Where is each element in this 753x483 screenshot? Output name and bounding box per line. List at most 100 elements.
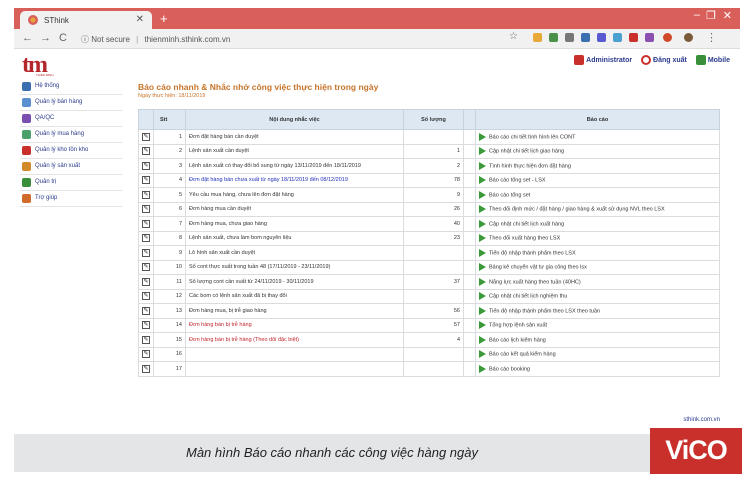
edit-cell[interactable]: ✎ xyxy=(138,158,154,174)
edit-cell[interactable]: ✎ xyxy=(138,187,154,203)
edit-cell[interactable]: ✎ xyxy=(138,143,154,159)
reload-button[interactable]: C xyxy=(59,32,67,44)
edit-cell[interactable]: ✎ xyxy=(138,230,154,246)
sidebar-item[interactable]: QA/QC xyxy=(20,111,122,127)
content-cell[interactable]: Đơn đặt hàng bán cần duyệt xyxy=(185,129,404,145)
report-link[interactable]: Tiến độ nhập thành phẩm theo LSX xyxy=(489,250,576,256)
admin-link[interactable]: Administrator xyxy=(574,55,632,65)
edit-icon[interactable]: ✎ xyxy=(142,263,150,272)
edit-icon[interactable]: ✎ xyxy=(142,190,150,199)
content-cell[interactable]: Số lượng cont cần xuất từ 24/11/2019 - 3… xyxy=(185,274,404,290)
restore-button[interactable]: ❐ xyxy=(706,9,716,22)
report-cell[interactable]: Cập nhật chi tiết lịch giao hàng xyxy=(475,143,720,159)
report-link[interactable]: Báo cáo tổng set - LSX xyxy=(489,178,546,184)
content-cell[interactable]: Yêu cầu mua hàng, chưa lên đơn đặt hàng xyxy=(185,187,404,203)
report-cell[interactable]: Báo cáo tổng set xyxy=(475,187,720,203)
report-link[interactable]: Tiến độ nhập thành phẩm theo LSX theo tu… xyxy=(489,308,600,314)
edit-cell[interactable]: ✎ xyxy=(138,303,154,319)
report-cell[interactable]: Báo cáo tổng set - LSX xyxy=(475,172,720,188)
report-cell[interactable]: Báo cáo booking xyxy=(475,361,720,377)
report-link[interactable]: Cập nhật chi tiết lịch xuất hàng xyxy=(489,221,564,227)
extension-icon[interactable] xyxy=(597,33,606,42)
edit-cell[interactable]: ✎ xyxy=(138,361,154,377)
extension-icon[interactable] xyxy=(645,33,654,42)
report-link[interactable]: Theo dõi định mức / đặt hàng / giao hàng… xyxy=(489,207,665,213)
edit-icon[interactable]: ✎ xyxy=(142,176,150,185)
extension-icon[interactable] xyxy=(613,33,622,42)
content-cell[interactable]: Lệnh sản xuất, chưa làm bom nguyên liệu xyxy=(185,230,404,246)
forward-button[interactable]: → xyxy=(40,32,51,44)
extension-icon[interactable] xyxy=(663,33,672,42)
edit-cell[interactable]: ✎ xyxy=(138,216,154,232)
content-cell[interactable]: Đơn hàng mua, bị trễ giao hàng xyxy=(185,303,404,319)
mobile-link[interactable]: Mobile xyxy=(695,55,730,65)
report-cell[interactable]: Báo cáo kết quả kiểm hàng xyxy=(475,346,720,362)
content-cell[interactable] xyxy=(185,346,404,362)
edit-icon[interactable]: ✎ xyxy=(142,234,150,243)
report-link[interactable]: Bảng kê chuyển vật tư gia công theo lsx xyxy=(489,265,587,271)
content-cell[interactable]: Đơn hàng mua cần duyệt xyxy=(185,201,404,217)
extension-icon[interactable] xyxy=(629,33,638,42)
edit-icon[interactable]: ✎ xyxy=(142,350,150,359)
report-link[interactable]: Báo cáo booking xyxy=(489,366,530,372)
sidebar-item[interactable]: Hệ thống xyxy=(20,79,122,95)
report-link[interactable]: Theo dõi xuất hàng theo LSX xyxy=(489,236,560,242)
content-cell[interactable]: Đơn đặt hàng bán chưa xuất từ ngày 18/11… xyxy=(185,172,404,188)
report-cell[interactable]: Năng lực xuất hàng theo tuần (40HC) xyxy=(475,274,720,290)
edit-icon[interactable]: ✎ xyxy=(142,292,150,301)
report-cell[interactable]: Tiến độ nhập thành phẩm theo LSX theo tu… xyxy=(475,303,720,319)
extension-icon[interactable] xyxy=(549,33,558,42)
sidebar-item[interactable]: Trợ giúp xyxy=(20,191,122,207)
url-field[interactable]: ⓘ Not secure | thienminh.sthink.com.vn xyxy=(81,32,551,46)
report-cell[interactable]: Cập nhật chi tiết lịch xuất hàng xyxy=(475,216,720,232)
footer-link[interactable]: sthink.com.vn xyxy=(683,417,720,423)
new-tab-button[interactable]: + xyxy=(160,11,168,26)
content-cell[interactable]: Lệnh sản xuất có thay đổi bổ sung từ ngà… xyxy=(185,158,404,174)
edit-cell[interactable]: ✎ xyxy=(138,346,154,362)
report-cell[interactable]: Tổng hợp lệnh sản xuất xyxy=(475,317,720,333)
edit-icon[interactable]: ✎ xyxy=(142,277,150,286)
edit-icon[interactable]: ✎ xyxy=(142,161,150,170)
edit-cell[interactable]: ✎ xyxy=(138,317,154,333)
content-cell[interactable]: Lô hình sản xuất cần duyệt xyxy=(185,245,404,261)
report-link[interactable]: Báo cáo tổng set xyxy=(489,192,530,198)
edit-icon[interactable]: ✎ xyxy=(142,306,150,315)
edit-cell[interactable]: ✎ xyxy=(138,259,154,275)
edit-cell[interactable]: ✎ xyxy=(138,288,154,304)
info-icon[interactable]: ⓘ xyxy=(81,35,89,44)
edit-cell[interactable]: ✎ xyxy=(138,332,154,348)
edit-icon[interactable]: ✎ xyxy=(142,147,150,156)
content-cell[interactable] xyxy=(185,361,404,377)
report-link[interactable]: Năng lực xuất hàng theo tuần (40HC) xyxy=(489,279,581,285)
report-link[interactable]: Báo cáo lịch kiểm hàng xyxy=(489,337,546,343)
report-link[interactable]: Cập nhật chi tiết lịch giao hàng xyxy=(489,149,564,155)
browser-menu-icon[interactable]: ⋮ xyxy=(706,31,717,44)
sidebar-item[interactable]: Quản lý mua hàng xyxy=(20,127,122,143)
tab-close-icon[interactable]: ✕ xyxy=(136,14,144,25)
edit-icon[interactable]: ✎ xyxy=(142,132,150,141)
content-cell[interactable]: Đơn hàng mua, chưa giao hàng xyxy=(185,216,404,232)
report-link[interactable]: Tình hình thực hiện đơn đặt hàng xyxy=(489,163,571,169)
report-cell[interactable]: Báo cáo lịch kiểm hàng xyxy=(475,332,720,348)
browser-tab[interactable]: SThink ✕ xyxy=(20,11,152,29)
report-cell[interactable]: Bảng kê chuyển vật tư gia công theo lsx xyxy=(475,259,720,275)
edit-icon[interactable]: ✎ xyxy=(142,321,150,330)
bookmark-star-icon[interactable]: ☆ xyxy=(509,31,518,42)
content-cell[interactable]: Đơn hàng bán bị trễ hàng (Theo dõi đặc b… xyxy=(185,332,404,348)
sidebar-item[interactable]: Quản lý kho tồn kho xyxy=(20,143,122,159)
report-link[interactable]: Báo cáo kết quả kiểm hàng xyxy=(489,352,556,358)
edit-icon[interactable]: ✎ xyxy=(142,248,150,257)
sidebar-item[interactable]: Quản lý bán hàng xyxy=(20,95,122,111)
back-button[interactable]: ← xyxy=(22,32,33,44)
edit-icon[interactable]: ✎ xyxy=(142,219,150,228)
edit-cell[interactable]: ✎ xyxy=(138,245,154,261)
report-link[interactable]: Báo cáo chi tiết tình hình lên CONT xyxy=(489,134,576,140)
report-cell[interactable]: Báo cáo chi tiết tình hình lên CONT xyxy=(475,129,720,145)
edit-icon[interactable]: ✎ xyxy=(142,364,150,373)
report-cell[interactable]: Tình hình thực hiện đơn đặt hàng xyxy=(475,158,720,174)
edit-cell[interactable]: ✎ xyxy=(138,129,154,145)
extension-icon[interactable] xyxy=(581,33,590,42)
content-cell[interactable]: Đơn hàng bán bị trễ hàng xyxy=(185,317,404,333)
edit-cell[interactable]: ✎ xyxy=(138,172,154,188)
report-link[interactable]: Tổng hợp lệnh sản xuất xyxy=(489,323,547,329)
